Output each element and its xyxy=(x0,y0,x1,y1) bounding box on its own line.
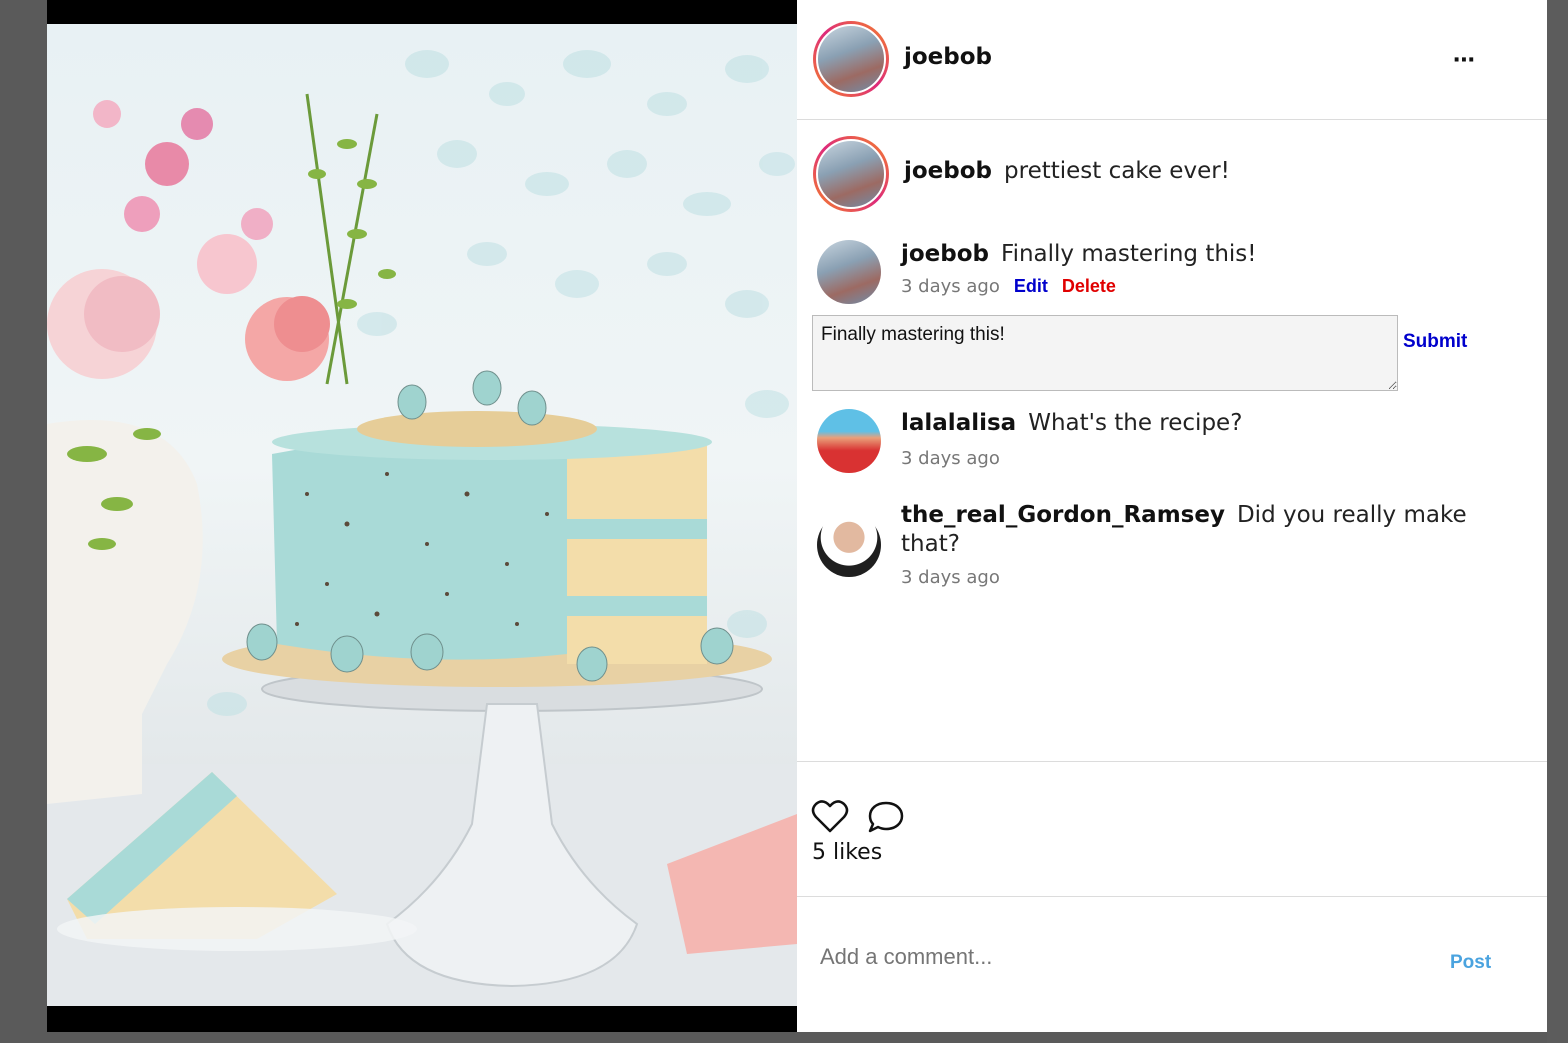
comment-time: 3 days ago xyxy=(901,276,1000,297)
add-comment-input[interactable] xyxy=(818,943,1382,971)
comment-avatar-lalalalisa[interactable] xyxy=(817,409,881,473)
comment-text: Finally mastering this! xyxy=(1001,241,1257,267)
photo-pane xyxy=(47,0,797,1032)
actions-divider xyxy=(797,761,1547,762)
header-divider xyxy=(797,119,1547,120)
post-caption: joebob prettiest cake ever! xyxy=(904,158,1230,184)
post-comment-button[interactable]: Post xyxy=(1450,952,1491,974)
caption-avatar[interactable] xyxy=(813,136,889,212)
caption-text: prettiest cake ever! xyxy=(1004,158,1230,184)
comment-username[interactable]: lalalalisa xyxy=(901,410,1016,436)
comment-divider xyxy=(797,896,1547,897)
comment-meta: 3 days ago xyxy=(901,567,1000,588)
page-backdrop xyxy=(1547,0,1568,1043)
comment-text: What's the recipe? xyxy=(1028,410,1243,436)
comment-username[interactable]: joebob xyxy=(901,241,989,267)
post-details: joebob ⋯ joebob prettiest cake ever! joeb… xyxy=(797,0,1547,1032)
comment-username[interactable]: the_real_Gordon_Ramsey xyxy=(901,502,1225,528)
comment-meta: 3 days ago Edit Delete xyxy=(901,276,1116,297)
comment-avatar-joebob[interactable] xyxy=(817,240,881,304)
submit-edit-button[interactable]: Submit xyxy=(1403,331,1467,353)
comment-time: 3 days ago xyxy=(901,448,1000,469)
caption-username[interactable]: joebob xyxy=(904,158,992,184)
comment-bubble-icon[interactable] xyxy=(867,800,905,834)
comment-time: 3 days ago xyxy=(901,567,1000,588)
comment-text-line2: that? xyxy=(901,531,960,557)
author-avatar[interactable] xyxy=(813,21,889,97)
edit-comment-field[interactable] xyxy=(812,315,1398,391)
comment-gordon: the_real_Gordon_Ramsey Did you really mak… xyxy=(901,501,1491,559)
delete-comment-button[interactable]: Delete xyxy=(1062,276,1116,296)
comment-lalalalisa: lalalalisa What's the recipe? xyxy=(901,410,1242,436)
author-username[interactable]: joebob xyxy=(904,44,992,70)
edit-comment-button[interactable]: Edit xyxy=(1014,276,1048,296)
comment-text-line1: Did you really make xyxy=(1236,502,1467,528)
heart-icon[interactable] xyxy=(811,800,849,834)
post-photo xyxy=(47,24,797,1006)
comment-avatar-gordon[interactable] xyxy=(817,513,881,577)
cake-illustration xyxy=(47,50,797,1006)
likes-count: 5 likes xyxy=(812,840,883,865)
comment-meta: 3 days ago xyxy=(901,448,1000,469)
comment-joebob: joebob Finally mastering this! xyxy=(901,241,1257,267)
post-modal: joebob ⋯ joebob prettiest cake ever! joeb… xyxy=(47,0,1547,1032)
more-options-icon[interactable]: ⋯ xyxy=(1453,48,1476,73)
